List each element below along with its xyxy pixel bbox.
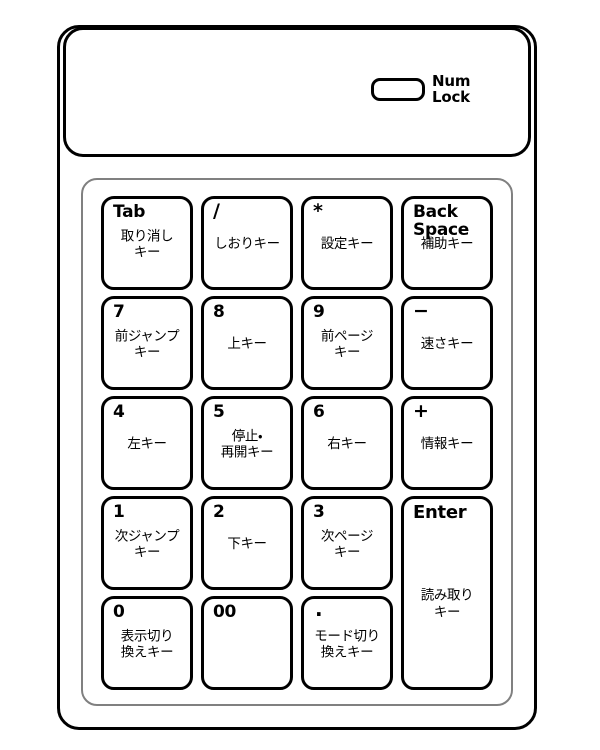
key-4[interactable]: 4 左キー xyxy=(101,396,193,490)
key-slash-secondary-label: しおりキー xyxy=(214,235,280,252)
key-enter-primary-label: Enter xyxy=(413,502,467,523)
key-9-secondary-label: 前ページ キー xyxy=(320,328,374,361)
key-3-primary-label: 3 xyxy=(313,502,325,522)
key-asterisk[interactable]: * 設定キー xyxy=(301,196,393,290)
key-slash-primary-label: / xyxy=(213,200,220,222)
num-lock-label: Num Lock xyxy=(432,72,471,106)
key-2-primary-label: 2 xyxy=(213,502,225,522)
key-9-primary-label: 9 xyxy=(313,302,325,322)
key-slash[interactable]: / しおりキー xyxy=(201,196,293,290)
key-tab-primary-label: Tab xyxy=(113,202,146,222)
key-7[interactable]: 7 前ジャンプ キー xyxy=(101,296,193,390)
key-1-primary-label: 1 xyxy=(113,502,125,522)
key-asterisk-primary-label: * xyxy=(313,200,323,222)
key-00[interactable]: 00 xyxy=(201,596,293,690)
key-8-primary-label: 8 xyxy=(213,302,225,322)
key-8[interactable]: 8 上キー xyxy=(201,296,293,390)
key-grid: Tab 取り消し キー / しおりキー * 設定キー Back Space 補助キー 7 前ジャン… xyxy=(101,196,495,692)
key-8-secondary-label: 上キー xyxy=(227,335,267,352)
key-period-primary-label: . xyxy=(315,597,323,621)
key-6-secondary-label: 右キー xyxy=(327,435,367,452)
key-asterisk-secondary-label: 設定キー xyxy=(320,235,374,252)
key-period-secondary-label: モード切り 換えキー xyxy=(314,628,380,661)
key-4-secondary-label: 左キー xyxy=(127,435,167,452)
key-5-secondary-label: 停止・ 再開キー xyxy=(220,428,274,461)
key-7-secondary-label: 前ジャンプ キー xyxy=(114,328,180,361)
key-3-secondary-label: 次ページ キー xyxy=(320,528,374,561)
key-minus-secondary-label: 速さキー xyxy=(420,335,474,352)
num-lock-led-icon xyxy=(371,78,425,102)
key-0[interactable]: 0 表示切り 換えキー xyxy=(101,596,193,690)
key-tab-secondary-label: 取り消し キー xyxy=(120,228,174,261)
key-3[interactable]: 3 次ページ キー xyxy=(301,496,393,590)
key-minus[interactable]: − 速さキー xyxy=(401,296,493,390)
key-1[interactable]: 1 次ジャンプ キー xyxy=(101,496,193,590)
key-0-secondary-label: 表示切り 換えキー xyxy=(120,628,174,661)
num-lock-indicator: Num Lock xyxy=(371,72,471,106)
key-enter[interactable]: Enter 読み取り キー xyxy=(401,496,493,690)
key-5-primary-label: 5 xyxy=(213,402,225,422)
key-minus-primary-label: − xyxy=(413,300,429,322)
key-plus-secondary-label: 情報キー xyxy=(420,435,474,452)
key-period[interactable]: . モード切り 換えキー xyxy=(301,596,393,690)
key-4-primary-label: 4 xyxy=(113,402,125,422)
key-9[interactable]: 9 前ページ キー xyxy=(301,296,393,390)
key-6-primary-label: 6 xyxy=(313,402,325,422)
key-1-secondary-label: 次ジャンプ キー xyxy=(114,528,180,561)
key-plus-primary-label: + xyxy=(413,400,429,422)
key-plus[interactable]: + 情報キー xyxy=(401,396,493,490)
key-2-secondary-label: 下キー xyxy=(227,535,267,552)
key-backspace-primary-label: Back Space xyxy=(413,202,469,240)
key-backspace[interactable]: Back Space 補助キー xyxy=(401,196,493,290)
key-2[interactable]: 2 下キー xyxy=(201,496,293,590)
key-tab[interactable]: Tab 取り消し キー xyxy=(101,196,193,290)
key-6[interactable]: 6 右キー xyxy=(301,396,393,490)
key-7-primary-label: 7 xyxy=(113,302,125,322)
key-enter-secondary-label: 読み取り キー xyxy=(420,587,474,621)
key-0-primary-label: 0 xyxy=(113,602,125,622)
key-backspace-secondary-label: 補助キー xyxy=(420,235,474,252)
key-00-primary-label: 00 xyxy=(213,602,237,622)
key-5[interactable]: 5 停止・ 再開キー xyxy=(201,396,293,490)
